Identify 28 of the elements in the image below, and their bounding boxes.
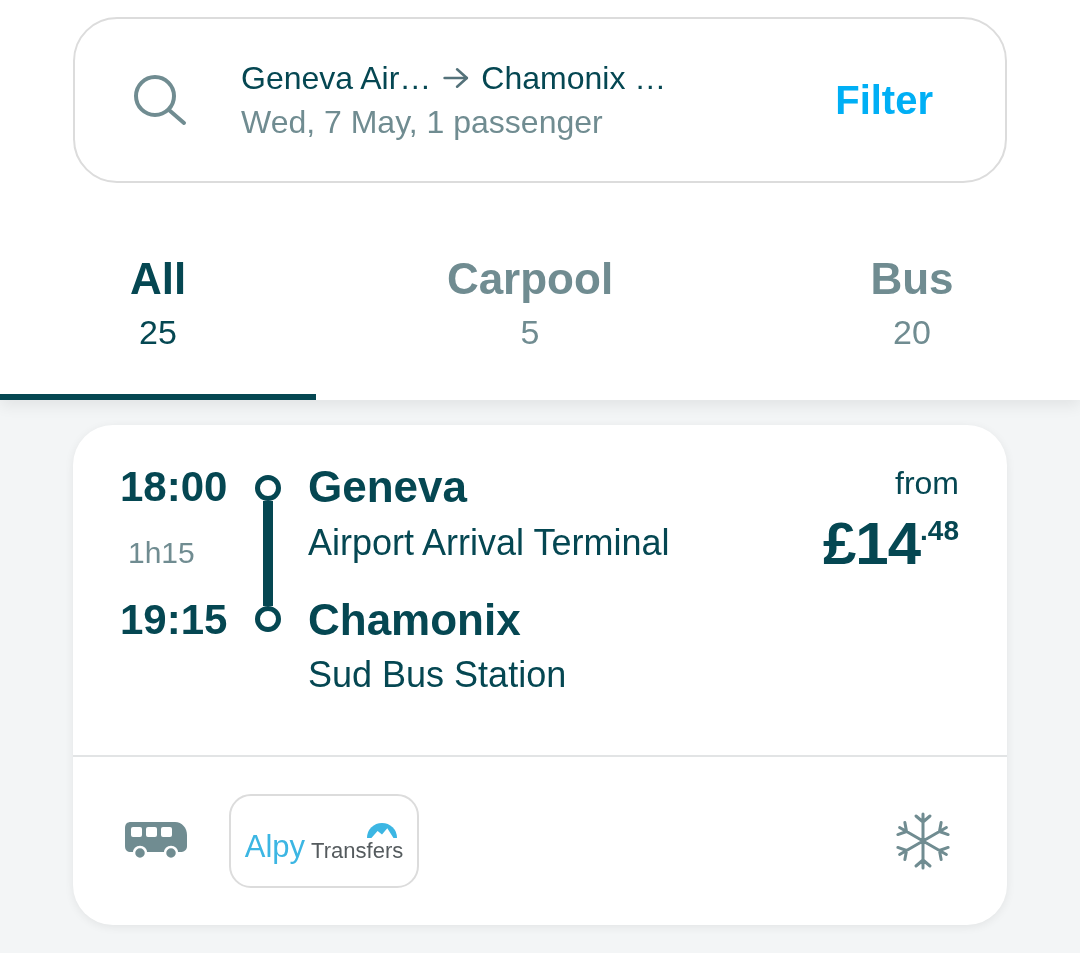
destination-city: Chamonix [308, 598, 521, 642]
snowflake-icon [893, 811, 953, 871]
tab[interactable]: Carpool 5 [316, 183, 744, 400]
arrow-right-icon [443, 67, 470, 89]
tab-count: 5 [520, 312, 540, 352]
tab-count: 20 [893, 312, 931, 352]
origin-text: Geneva Air… [241, 59, 432, 98]
price-label: from [895, 464, 959, 503]
departure-time: 18:00 [120, 465, 229, 509]
trip-card[interactable]: 18:00 1h15 19:15 Geneva Airport Arrival Terminal Chamonix Sud Bus Station from £14$^{.48}$ Alpy Transfers [73, 425, 1007, 925]
destination-stop: Sud Bus Station [308, 653, 567, 697]
tab[interactable]: Bus 20 [744, 183, 1080, 400]
stop-marker-icon [255, 606, 281, 632]
mountain-icon [367, 822, 398, 838]
destination-text: Chamonix … [481, 59, 667, 98]
price-text: £14$^{.48}$ [822, 513, 959, 575]
logo-subtitle: Transfers [311, 838, 404, 864]
duration-text: 1h15 [127, 535, 195, 571]
origin-stop: Airport Arrival Terminal [308, 521, 670, 565]
origin-city: Geneva [308, 465, 467, 509]
arrival-time: 19:15 [120, 598, 229, 642]
tab[interactable]: All 25 [0, 183, 316, 400]
tab-count: 25 [139, 312, 177, 352]
trip-details-text: Wed, 7 May, 1 passenger [241, 103, 603, 142]
search-bar[interactable]: Geneva Air… Chamonix … Wed, 7 May, 1 passenger Filter [73, 17, 1007, 183]
logo-name: Alpy [244, 830, 306, 864]
bus-icon [125, 822, 187, 860]
search-icon [133, 74, 187, 126]
